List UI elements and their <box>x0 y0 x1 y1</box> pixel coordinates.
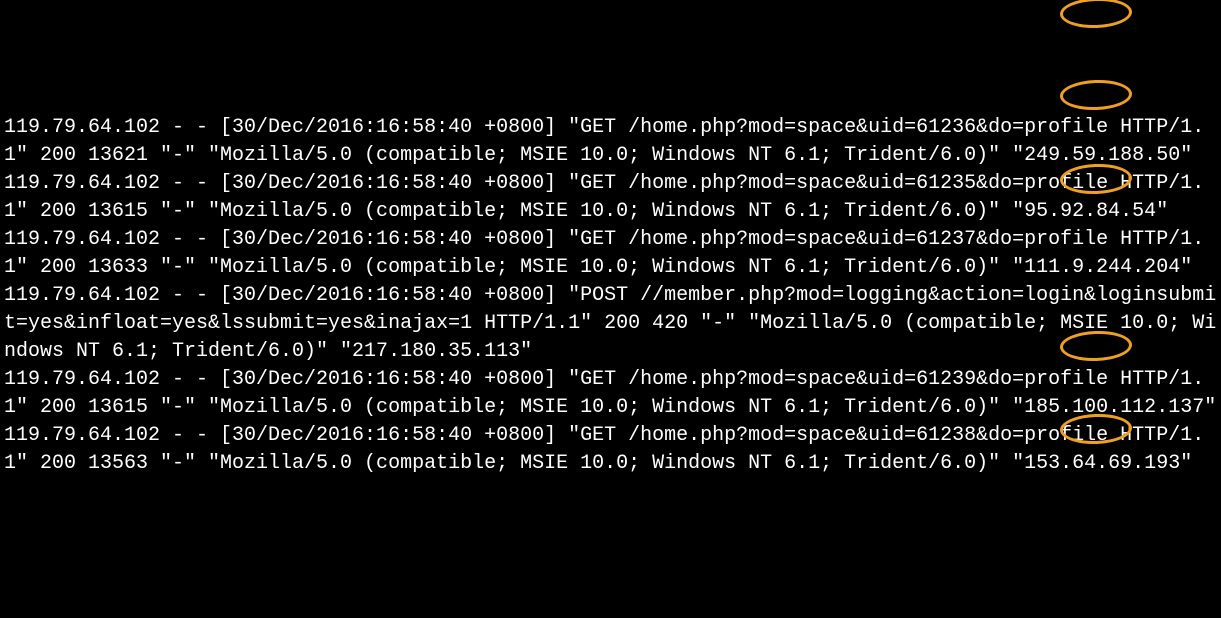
log-output: 119.79.64.102 - - [30/Dec/2016:16:58:40 … <box>4 114 1217 478</box>
highlight-ellipse <box>1059 79 1132 111</box>
highlight-ellipse <box>1059 0 1132 29</box>
